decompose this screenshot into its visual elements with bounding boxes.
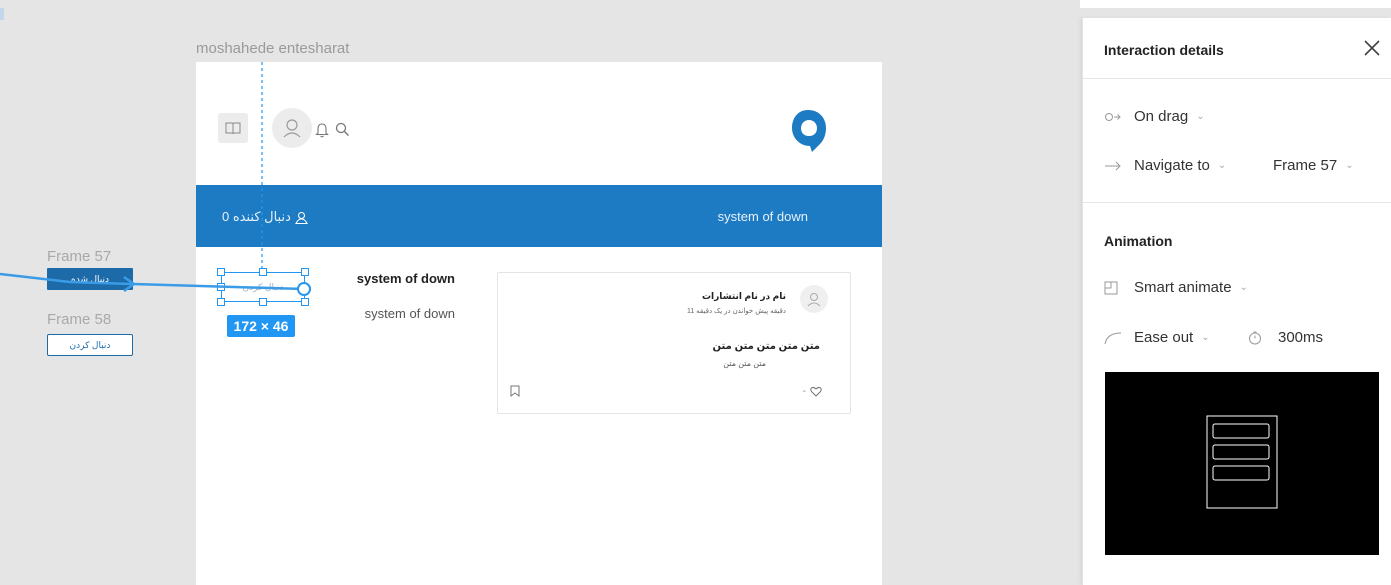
- close-icon[interactable]: [1362, 38, 1382, 58]
- profile-name: system of down: [356, 271, 455, 286]
- selection-handle[interactable]: [217, 268, 225, 276]
- animation-preview: [1105, 372, 1379, 555]
- card-title: متن متن متن متن متن: [712, 341, 820, 352]
- chevron-down-icon: ⌄: [1196, 111, 1205, 122]
- post-card[interactable]: نام در نام انتشارات 11 دقیقه پیش خواندن …: [497, 272, 851, 414]
- panel-header: Interaction details: [1083, 18, 1391, 79]
- like-count: -: [802, 386, 806, 397]
- book-button[interactable]: [218, 113, 248, 143]
- avatar[interactable]: [272, 108, 312, 148]
- duration-value: 300ms: [1278, 329, 1324, 346]
- bookmark-icon[interactable]: [510, 385, 520, 397]
- design-frame[interactable]: system of down 0 دنبال کننده دنبال کردن …: [196, 62, 882, 585]
- chevron-down-icon: ⌄: [1201, 332, 1210, 343]
- bell-icon[interactable]: [315, 122, 329, 138]
- canvas-corner-mark: [0, 8, 4, 20]
- duration-field[interactable]: 300ms: [1248, 329, 1323, 346]
- user-icon: [283, 119, 301, 138]
- banner-title: system of down: [717, 209, 808, 224]
- selection-handle[interactable]: [217, 298, 225, 306]
- action-dropdown[interactable]: Navigate to ⌄: [1104, 157, 1226, 174]
- search-icon[interactable]: [335, 122, 350, 137]
- follow-button-label: دنبال کردن: [242, 281, 284, 292]
- card-author: نام در نام انتشارات: [702, 291, 786, 301]
- easing-dropdown[interactable]: Ease out ⌄: [1104, 329, 1210, 346]
- selection-size-badge: 172 × 46: [227, 315, 295, 337]
- like-button[interactable]: -: [803, 386, 822, 397]
- drag-icon: [1104, 111, 1122, 123]
- user-icon: [295, 211, 308, 224]
- followed-button[interactable]: دنبال شده: [47, 268, 133, 290]
- destination-value: Frame 57: [1273, 157, 1338, 174]
- animation-type-value: Smart animate: [1134, 279, 1232, 296]
- animation-section-title: Animation: [1104, 233, 1173, 249]
- action-value: Navigate to: [1134, 157, 1210, 174]
- trigger-dropdown[interactable]: On drag ⌄: [1104, 108, 1205, 125]
- panel-title: Interaction details: [1104, 42, 1224, 58]
- app-logo-icon: [792, 110, 826, 152]
- interaction-panel: Interaction details On drag ⌄ Navigate t…: [1082, 18, 1391, 585]
- preview-frame-icon: [1206, 415, 1278, 509]
- design-canvas[interactable]: moshahede entesharat system of down 0 دن…: [0, 0, 1080, 585]
- card-avatar: [800, 285, 828, 313]
- trigger-value: On drag: [1134, 108, 1189, 125]
- frame-58-label[interactable]: Frame 58: [47, 311, 111, 328]
- chevron-down-icon: ⌄: [1239, 282, 1248, 293]
- followers-count[interactable]: 0 دنبال کننده: [222, 209, 308, 225]
- destination-dropdown[interactable]: Frame 57 ⌄: [1273, 157, 1354, 174]
- selection-handle[interactable]: [301, 268, 309, 276]
- follow-outline-button-label: دنبال کردن: [69, 339, 111, 350]
- card-body: متن متن متن: [723, 359, 766, 368]
- followers-label: 0 دنبال کننده: [222, 209, 291, 224]
- animation-type-dropdown[interactable]: Smart animate ⌄: [1104, 279, 1248, 296]
- smart-animate-icon: [1104, 281, 1122, 295]
- frame-title[interactable]: moshahede entesharat: [196, 40, 349, 57]
- selection-handle[interactable]: [259, 268, 267, 276]
- heart-icon: [810, 386, 822, 397]
- selection-handle[interactable]: [217, 283, 225, 291]
- selection-handle[interactable]: [259, 298, 267, 306]
- frame-57-label[interactable]: Frame 57: [47, 248, 111, 265]
- arrow-right-icon: [1104, 160, 1122, 172]
- profile-banner: system of down 0 دنبال کننده: [196, 185, 882, 247]
- timer-icon: [1248, 331, 1266, 345]
- follow-outline-button[interactable]: دنبال کردن: [47, 334, 133, 356]
- chevron-down-icon: ⌄: [1217, 160, 1227, 171]
- selection-handle[interactable]: [301, 298, 309, 306]
- profile-subtitle: system of down: [364, 306, 455, 321]
- followed-button-label: دنبال شده: [71, 273, 109, 284]
- panel-divider: [1083, 202, 1391, 203]
- easing-curve-icon: [1104, 331, 1122, 345]
- easing-value: Ease out: [1134, 329, 1194, 346]
- user-icon: [807, 293, 821, 307]
- chevron-down-icon: ⌄: [1345, 160, 1354, 171]
- book-icon: [225, 122, 241, 135]
- card-meta: 11 دقیقه پیش خواندن در یک دقیقه: [686, 308, 786, 315]
